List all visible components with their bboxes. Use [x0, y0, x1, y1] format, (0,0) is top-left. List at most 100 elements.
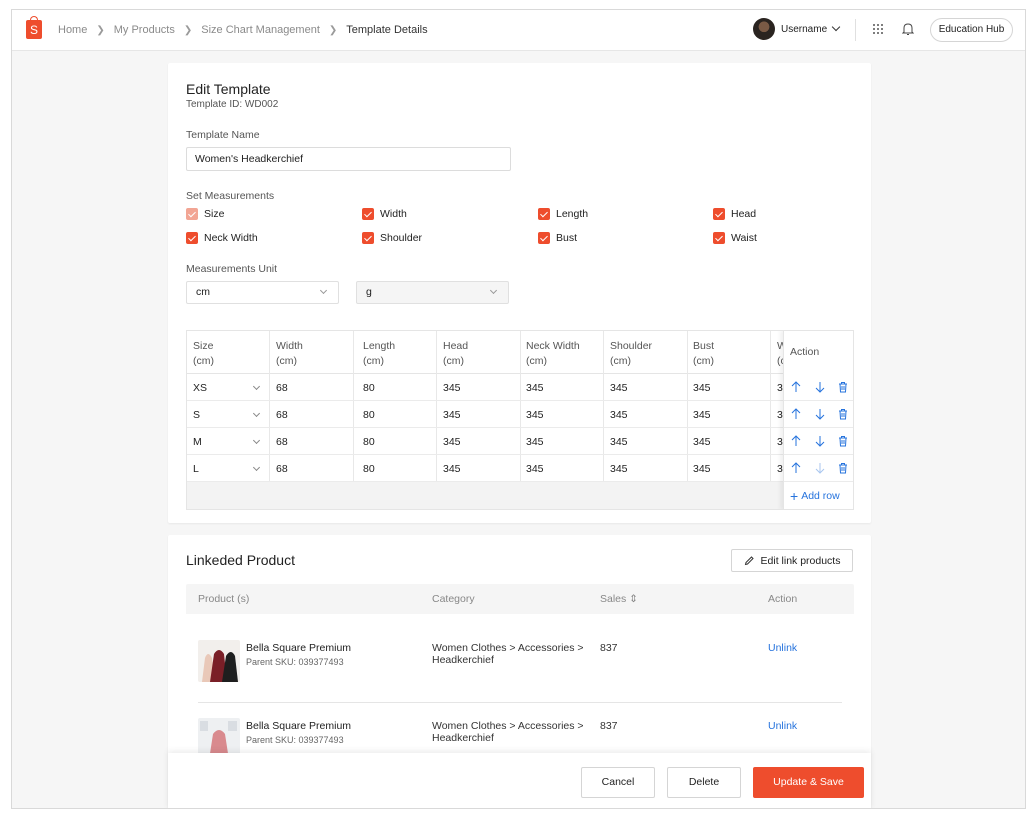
chevron-right-icon: ❯	[96, 24, 105, 36]
col-header-sales[interactable]: Sales ⇕	[600, 593, 638, 605]
arrow-down-icon[interactable]	[814, 407, 826, 421]
edit-link-products-button[interactable]: Edit link products	[731, 549, 853, 572]
cell-head[interactable]: 345	[443, 382, 461, 394]
measurement-length-checkbox[interactable]: Length	[538, 208, 588, 220]
cell-shoulder[interactable]: 345	[610, 409, 628, 421]
measurement-waist-checkbox[interactable]: Waist	[713, 232, 757, 244]
checkbox-icon	[362, 208, 374, 220]
education-hub-button[interactable]: Education Hub	[930, 18, 1013, 42]
action-header: Action	[790, 346, 820, 358]
app-frame: S Home ❯ My Products ❯ Size Chart Manage…	[11, 9, 1026, 809]
cell-bust[interactable]: 345	[693, 382, 711, 394]
trash-icon[interactable]	[837, 407, 849, 421]
delete-button[interactable]: Delete	[667, 767, 741, 798]
checkbox-icon	[713, 208, 725, 220]
trash-icon[interactable]	[837, 461, 849, 475]
product-name[interactable]: Bella Square Premium	[246, 642, 351, 654]
cell-shoulder[interactable]: 345	[610, 463, 628, 475]
linked-product-title: Linkeded Product	[186, 552, 295, 568]
cell-neck-width[interactable]: 345	[526, 436, 544, 448]
breadcrumb-home[interactable]: Home	[58, 24, 87, 36]
measurement-size-checkbox[interactable]: Size	[186, 208, 224, 220]
cell-length[interactable]: 80	[363, 409, 375, 421]
cell-neck-width[interactable]: 345	[526, 382, 544, 394]
measurement-bust-checkbox[interactable]: Bust	[538, 232, 577, 244]
measurements-unit-label: Measurements Unit	[186, 263, 278, 275]
cell-waist[interactable]: 3	[777, 436, 783, 448]
arrow-up-icon[interactable]	[790, 434, 802, 448]
breadcrumb-size-chart[interactable]: Size Chart Management	[201, 24, 320, 36]
size-select[interactable]: XS	[193, 382, 207, 394]
chevron-down-icon	[831, 22, 841, 32]
row-actions	[784, 428, 853, 455]
chevron-down-icon	[489, 286, 498, 295]
shopee-logo-icon[interactable]: S	[26, 16, 42, 39]
cell-bust[interactable]: 345	[693, 409, 711, 421]
cell-waist[interactable]: 3	[777, 382, 783, 394]
trash-icon[interactable]	[837, 380, 849, 394]
trash-icon[interactable]	[837, 434, 849, 448]
arrow-down-icon[interactable]	[814, 380, 826, 394]
col-header-product: Product (s)	[198, 593, 250, 605]
cell-neck-width[interactable]: 345	[526, 409, 544, 421]
measurement-width-checkbox[interactable]: Width	[362, 208, 407, 220]
product-sales: 837	[600, 642, 618, 654]
cell-length[interactable]: 80	[363, 463, 375, 475]
size-select[interactable]: L	[193, 463, 199, 475]
breadcrumb: Home ❯ My Products ❯ Size Chart Manageme…	[58, 24, 428, 36]
size-select[interactable]: S	[193, 409, 200, 421]
cell-width[interactable]: 68	[276, 463, 288, 475]
cell-neck-width[interactable]: 345	[526, 463, 544, 475]
checkbox-icon	[538, 208, 550, 220]
cell-shoulder[interactable]: 345	[610, 382, 628, 394]
action-column: Action + Add row	[783, 331, 853, 509]
page-title: Edit Template	[186, 81, 271, 97]
cell-waist[interactable]: 3	[777, 463, 783, 475]
size-select[interactable]: M	[193, 436, 202, 448]
chevron-down-icon	[252, 463, 261, 472]
product-image	[198, 640, 240, 682]
product-name[interactable]: Bella Square Premium	[246, 720, 351, 732]
template-name-input[interactable]: Women's Headkerchief	[186, 147, 511, 171]
pencil-icon	[744, 556, 754, 566]
col-header-category: Category	[432, 593, 475, 605]
apps-grid-icon[interactable]	[873, 24, 884, 35]
cell-length[interactable]: 80	[363, 436, 375, 448]
cell-shoulder[interactable]: 345	[610, 436, 628, 448]
breadcrumb-my-products[interactable]: My Products	[114, 24, 175, 36]
col-header-head: Head (cm)	[443, 340, 469, 367]
cancel-button[interactable]: Cancel	[581, 767, 655, 798]
arrow-down-icon	[815, 463, 825, 474]
add-row-button[interactable]: + Add row	[790, 489, 840, 503]
unlink-link[interactable]: Unlink	[768, 720, 797, 732]
length-unit-select[interactable]: cm	[186, 281, 339, 304]
product-table-header: Product (s) Category Sales ⇕ Action	[186, 584, 854, 614]
cell-length[interactable]: 80	[363, 382, 375, 394]
cell-head[interactable]: 345	[443, 436, 461, 448]
measurement-neck-width-checkbox[interactable]: Neck Width	[186, 232, 258, 244]
row-actions	[784, 455, 853, 482]
chevron-down-icon	[252, 382, 261, 391]
cell-bust[interactable]: 345	[693, 436, 711, 448]
update-save-button[interactable]: Update & Save	[753, 767, 864, 798]
arrow-up-icon[interactable]	[790, 380, 802, 394]
measurement-shoulder-checkbox[interactable]: Shoulder	[362, 232, 422, 244]
arrow-up-icon[interactable]	[790, 461, 802, 475]
measurement-head-checkbox[interactable]: Head	[713, 208, 756, 220]
cell-head[interactable]: 345	[443, 463, 461, 475]
user-menu[interactable]: Username	[753, 18, 841, 40]
unlink-link[interactable]: Unlink	[768, 642, 797, 654]
bell-icon[interactable]	[902, 22, 914, 36]
cell-bust[interactable]: 345	[693, 463, 711, 475]
cell-width[interactable]: 68	[276, 436, 288, 448]
cell-width[interactable]: 68	[276, 382, 288, 394]
arrow-down-icon[interactable]	[814, 434, 826, 448]
checkbox-icon	[362, 232, 374, 244]
arrow-up-icon[interactable]	[790, 407, 802, 421]
cell-head[interactable]: 345	[443, 409, 461, 421]
username: Username	[781, 23, 828, 35]
top-bar: S Home ❯ My Products ❯ Size Chart Manage…	[12, 10, 1025, 51]
weight-unit-select[interactable]: g	[356, 281, 509, 304]
cell-width[interactable]: 68	[276, 409, 288, 421]
cell-waist[interactable]: 3	[777, 409, 783, 421]
